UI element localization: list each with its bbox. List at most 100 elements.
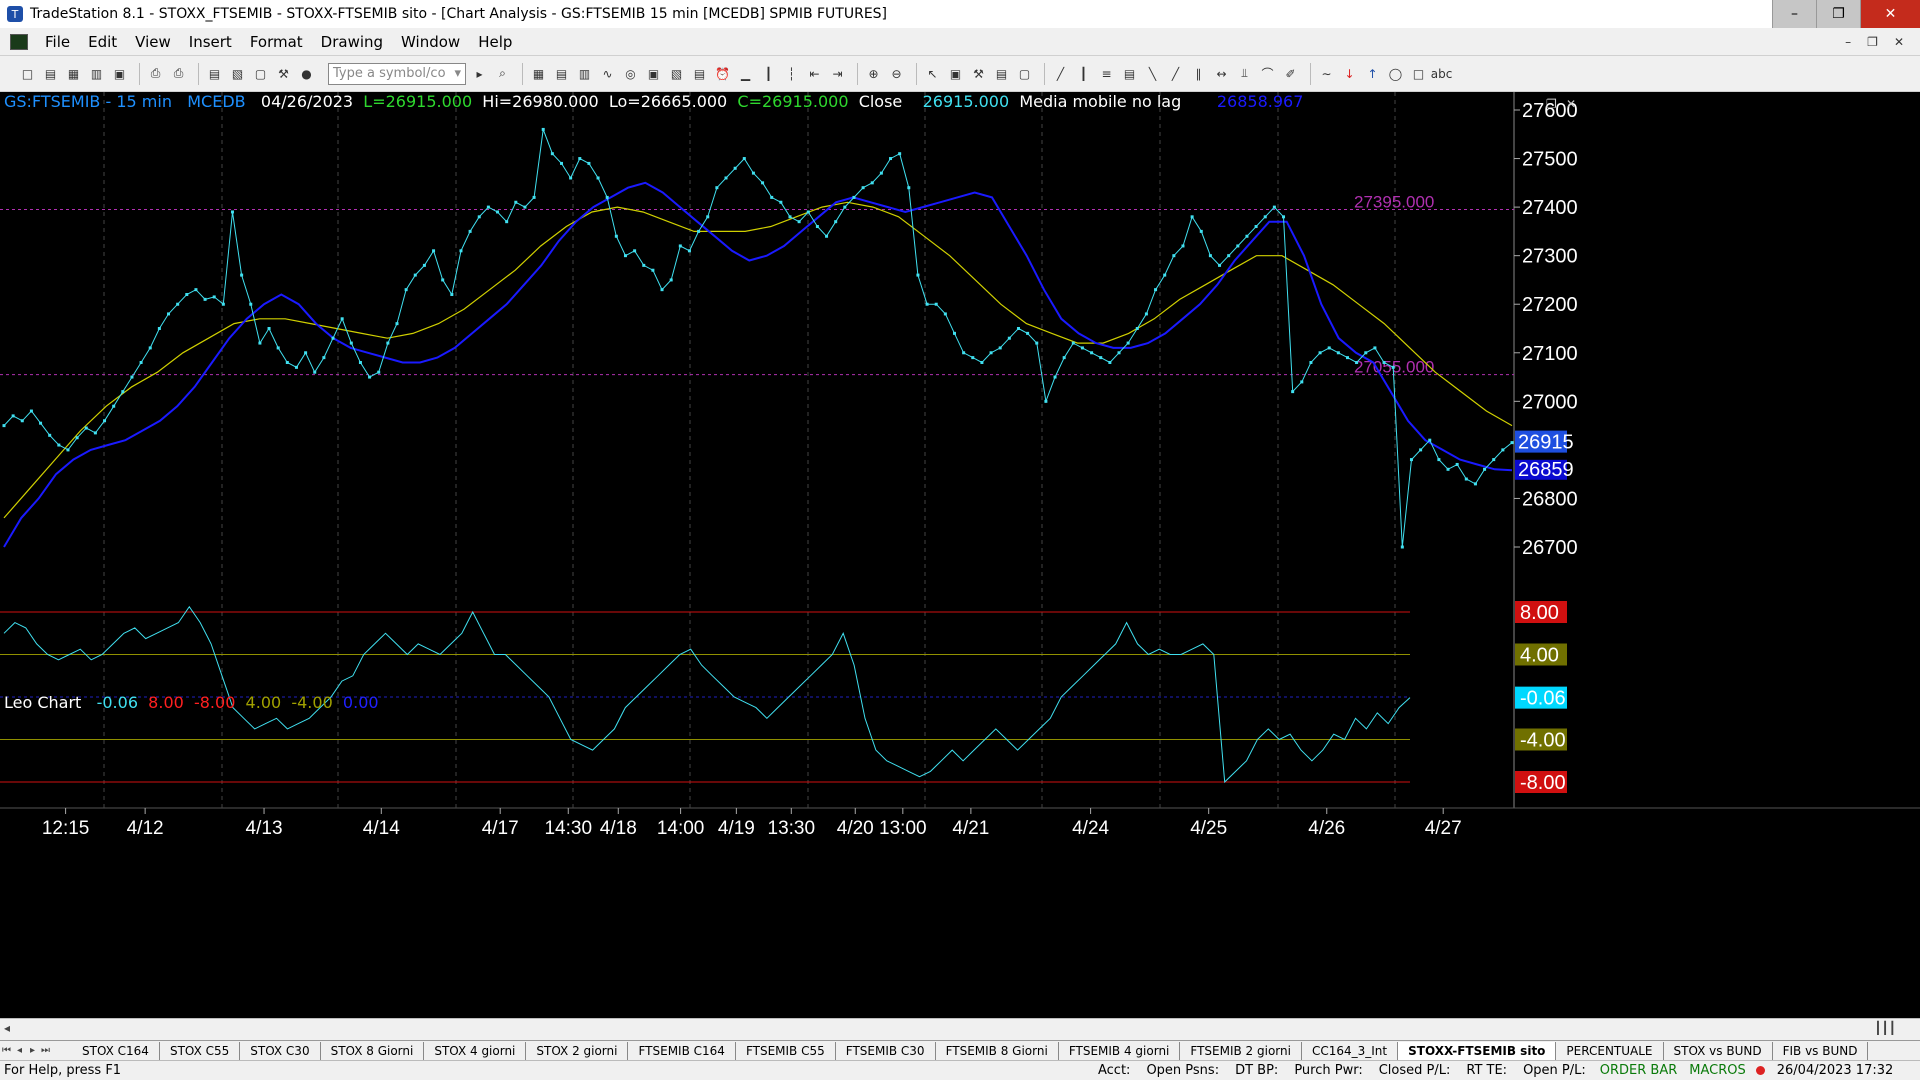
menu-view[interactable]: View <box>126 33 180 51</box>
mdi-close-button[interactable]: ✕ <box>1894 35 1904 49</box>
scroll-right-icon[interactable]: ⇥ <box>828 64 847 83</box>
pointer-icon[interactable]: ↖ <box>923 64 942 83</box>
horizontal-line-icon[interactable]: ≡ <box>1097 64 1116 83</box>
order-bar-button[interactable]: ORDER BAR <box>1594 1063 1684 1078</box>
strategy-icon[interactable]: ▢ <box>1015 64 1034 83</box>
price-chart[interactable]: 27395.00027055.0002760027500274002730027… <box>0 92 1920 1018</box>
chart-analysis-window[interactable]: 27395.000 27055.000 27600 27500 27400 27300 27… <box>0 92 1920 1024</box>
text-icon[interactable]: abc <box>1431 64 1453 83</box>
horizontal-scrollbar[interactable]: ◂ ┃┃┃ <box>0 1018 1920 1040</box>
insert-analysis-icon[interactable]: ▤ <box>992 64 1011 83</box>
print-icon[interactable]: ⎙ <box>146 64 165 83</box>
workspace-tab[interactable]: FTSEMIB C55 <box>736 1041 836 1060</box>
bar-chart-icon[interactable]: ▁ <box>736 64 755 83</box>
menu-window[interactable]: Window <box>392 33 469 51</box>
new-icon[interactable]: □ <box>18 64 37 83</box>
tab-next-icon[interactable]: ▸ <box>26 1045 39 1056</box>
workspace-tab[interactable]: STOX C30 <box>240 1041 321 1060</box>
pane-close-icon[interactable]: ✕ <box>1566 97 1576 111</box>
macros-button[interactable]: MACROS <box>1683 1063 1751 1078</box>
workspace-tab[interactable]: FTSEMIB C164 <box>628 1041 736 1060</box>
scroll-thumb-icon[interactable]: ┃┃┃ <box>1874 1021 1896 1035</box>
freehand-icon[interactable]: ∼ <box>1317 64 1336 83</box>
menu-drawing[interactable]: Drawing <box>312 33 392 51</box>
menu-help[interactable]: Help <box>469 33 521 51</box>
menu-edit[interactable]: Edit <box>79 33 126 51</box>
arrow-line-icon[interactable]: ↔ <box>1212 64 1231 83</box>
workspace-tab[interactable]: FTSEMIB C30 <box>836 1041 936 1060</box>
open-folder-icon[interactable]: ▤ <box>41 64 60 83</box>
minimize-button[interactable]: – <box>1772 0 1816 28</box>
tab-last-icon[interactable]: ⏭ <box>39 1045 52 1056</box>
window-layout-icon[interactable]: ▤ <box>205 64 224 83</box>
mdi-minimize-button[interactable]: – <box>1845 35 1851 49</box>
bars-icon[interactable]: ┆ <box>782 64 801 83</box>
grid-view-icon[interactable]: ▦ <box>529 64 548 83</box>
chart-window-icon[interactable] <box>10 33 28 50</box>
tab-first-icon[interactable]: ⏮ <box>0 1045 13 1056</box>
close-button[interactable]: ✕ <box>1860 0 1920 28</box>
fib-icon[interactable]: ▤ <box>1120 64 1139 83</box>
pen-icon[interactable]: ✐ <box>1281 64 1300 83</box>
workspace-tab[interactable]: STOX C164 <box>72 1041 160 1060</box>
scroll-left-arrow-icon[interactable]: ◂ <box>4 1021 10 1035</box>
candle-icon[interactable]: ┃ <box>759 64 778 83</box>
open-workspace-icon[interactable]: ▣ <box>110 64 129 83</box>
copy-icon[interactable]: ▥ <box>87 64 106 83</box>
zoom-out-icon[interactable]: ⊖ <box>887 64 906 83</box>
tools-icon[interactable]: ⚒ <box>274 64 293 83</box>
chevron-down-icon[interactable]: ▾ <box>454 66 461 81</box>
gann-fan-icon[interactable]: ╱ <box>1166 64 1185 83</box>
arrow-right-icon[interactable]: ▸ <box>470 64 489 83</box>
vertical-lines-icon[interactable]: ┃ <box>1074 64 1093 83</box>
cascade-icon[interactable]: ▧ <box>228 64 247 83</box>
symbol-input[interactable]: Type a symbol/co ▾ <box>328 62 466 85</box>
radar-icon[interactable]: ◎ <box>621 64 640 83</box>
lock-icon[interactable]: ▢ <box>251 64 270 83</box>
workspace-tab[interactable]: STOX 2 giorni <box>526 1041 629 1060</box>
format-icon[interactable]: ⚒ <box>969 64 988 83</box>
calendar-icon[interactable]: ▥ <box>575 64 594 83</box>
workspace-tab[interactable]: STOX 4 giorni <box>424 1041 527 1060</box>
window-tile-icon[interactable]: ▤ <box>552 64 571 83</box>
trendline-icon[interactable]: ╱ <box>1051 64 1070 83</box>
menu-file[interactable]: File <box>36 33 79 51</box>
globe-icon[interactable]: ● <box>297 64 316 83</box>
workspace-tab[interactable]: FTSEMIB 8 Giorni <box>936 1041 1059 1060</box>
menu-insert[interactable]: Insert <box>180 33 241 51</box>
fib-arc-icon[interactable]: ⌒ <box>1258 64 1277 83</box>
workspace-tab[interactable]: FTSEMIB 2 giorni <box>1180 1041 1302 1060</box>
rectangle-icon[interactable]: □ <box>1409 64 1428 83</box>
pane-restore-icon[interactable]: ❐ <box>1546 97 1557 111</box>
maximize-button[interactable]: ❐ <box>1816 0 1860 28</box>
news-icon[interactable]: ▤ <box>690 64 709 83</box>
speed-lines-icon[interactable]: ╲ <box>1143 64 1162 83</box>
arrow-up-icon[interactable]: ↑ <box>1363 64 1382 83</box>
save-all-icon[interactable]: ▦ <box>64 64 83 83</box>
workspace-tab[interactable]: STOX C55 <box>160 1041 241 1060</box>
data-window-icon[interactable]: ▣ <box>946 64 965 83</box>
print-preview-icon[interactable]: ⎙ <box>169 64 188 83</box>
pane-minimize-icon[interactable]: – <box>1524 97 1530 111</box>
arrow-down-icon[interactable]: ↓ <box>1340 64 1359 83</box>
workspace-tab[interactable]: STOX vs BUND <box>1664 1041 1773 1060</box>
menu-format[interactable]: Format <box>241 33 312 51</box>
workspace-tab[interactable]: FIB vs BUND <box>1773 1041 1869 1060</box>
workspace-tab[interactable]: FTSEMIB 4 giorni <box>1059 1041 1181 1060</box>
mdi-restore-button[interactable]: ❐ <box>1867 35 1878 49</box>
symbol-lookup-icon[interactable]: ⌕ <box>493 64 512 83</box>
alarm-icon[interactable]: ⏰ <box>713 64 732 83</box>
tab-prev-icon[interactable]: ◂ <box>13 1045 26 1056</box>
workspace-tab[interactable]: PERCENTUALE <box>1556 1041 1664 1060</box>
chart-analysis-icon[interactable]: ∿ <box>598 64 617 83</box>
ellipse-icon[interactable]: ◯ <box>1386 64 1405 83</box>
zoom-in-icon[interactable]: ⊕ <box>864 64 883 83</box>
workspace-tab[interactable]: STOXX-FTSEMIB sito <box>1398 1041 1557 1060</box>
andrews-pitchfork-icon[interactable]: ⫫ <box>1235 64 1254 83</box>
scanner-icon[interactable]: ▣ <box>644 64 663 83</box>
workspace-tab[interactable]: CC164_3_Int <box>1302 1041 1399 1060</box>
options-icon[interactable]: ▧ <box>667 64 686 83</box>
workspace-tab[interactable]: STOX 8 Giorni <box>321 1041 425 1060</box>
scroll-left-icon[interactable]: ⇤ <box>805 64 824 83</box>
channel-icon[interactable]: ∥ <box>1189 64 1208 83</box>
